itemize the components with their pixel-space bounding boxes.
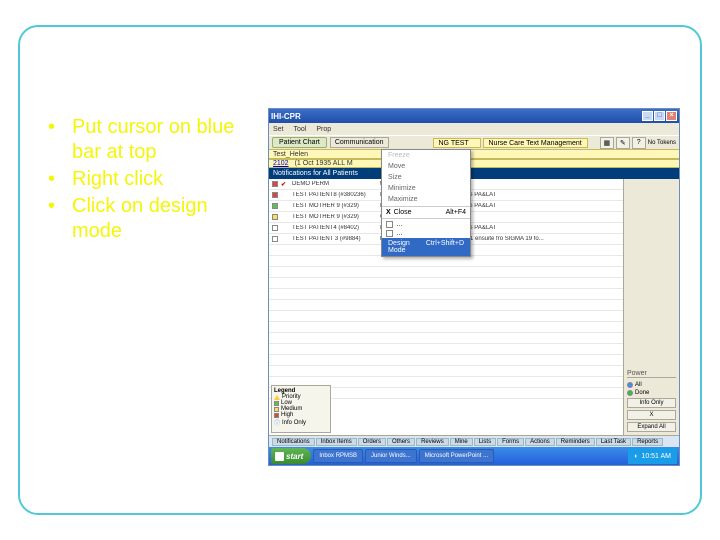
notification-list: Freeze Move Size Minimize Maximize X Clo… [269, 179, 623, 435]
tab-communication[interactable]: Communication [330, 137, 389, 148]
patient-dob: (1 Oct 1935 ALL M [295, 160, 353, 167]
menu-item[interactable]: Tool [294, 126, 307, 133]
minimize-button[interactable]: _ [642, 111, 653, 121]
patient-id[interactable]: 2102 [273, 160, 289, 167]
menu-move[interactable]: Move [382, 161, 470, 172]
bottom-tab[interactable]: Reports [632, 438, 663, 446]
patient-info-bar: Test_Helen [269, 149, 679, 159]
menu-item[interactable]: Set [273, 126, 284, 133]
legend-panel: Legend Priority Low Medium High ⓘInfo On… [271, 385, 331, 433]
menu-checkbox-row[interactable]: … [382, 229, 470, 238]
menubar: Set Tool Prop [269, 123, 679, 135]
instruction-list: Put cursor on blue bar at top Right clic… [48, 115, 248, 246]
system-tray[interactable]: ◐ 10:51 AM [628, 448, 677, 464]
menu-maximize[interactable]: Maximize [382, 194, 470, 205]
toolbar-tabs: Patient Chart Communication NG TEST Nurs… [269, 135, 679, 149]
bottom-tab[interactable]: Last Task [596, 438, 631, 446]
notifications-header: Notifications for All Patients [269, 168, 679, 179]
bottom-tab[interactable]: Reviews [416, 438, 449, 446]
bottom-tab[interactable]: Inbox Items [316, 438, 357, 446]
field-ng: NG TEST [433, 138, 481, 148]
btn-expand-all[interactable]: Expand All [627, 422, 676, 432]
side-panel: Power All Done Info Only X Expand All [623, 179, 679, 435]
tray-icon: ◐ [634, 453, 638, 460]
bottom-tab[interactable]: Forms [497, 438, 524, 446]
bottom-tab[interactable]: Lists [474, 438, 496, 446]
bottom-tab[interactable]: Others [387, 438, 415, 446]
bottom-tab[interactable]: Notifications [272, 438, 315, 446]
context-menu: Freeze Move Size Minimize Maximize X Clo… [381, 149, 471, 257]
menu-freeze: Freeze [382, 150, 470, 161]
no-tokens-label: No Tokens [648, 140, 676, 146]
application-window: IHI-CPR _ □ × Set Tool Prop Patient Char… [268, 108, 680, 466]
maximize-button[interactable]: □ [654, 111, 665, 121]
menu-checkbox-row[interactable]: … [382, 220, 470, 229]
radio-done[interactable]: Done [627, 390, 676, 396]
bottom-tab[interactable]: Reminders [556, 438, 595, 446]
btn-info-only[interactable]: Info Only [627, 398, 676, 408]
menu-minimize[interactable]: Minimize [382, 183, 470, 194]
bottom-tab[interactable]: Orders [358, 438, 386, 446]
instruction-item: Right click [48, 167, 248, 192]
instruction-item: Put cursor on blue bar at top [48, 115, 248, 165]
menu-size[interactable]: Size [382, 172, 470, 183]
clock: 10:51 AM [641, 453, 671, 460]
side-header: Power [627, 370, 676, 378]
taskbar-item[interactable]: Junior Winds... [365, 449, 417, 463]
toolbar-icon-3[interactable]: ? [632, 137, 646, 149]
bottom-tab-strip: Notifications Inbox Items Orders Others … [269, 435, 679, 447]
start-button[interactable]: start [271, 448, 311, 464]
toolbar-icon-1[interactable]: ▦ [600, 137, 614, 149]
patient-info-bar-2: 2102 (1 Oct 1935 ALL M [269, 159, 679, 168]
field-nurse: Nurse Care Text Management [483, 138, 588, 148]
taskbar-item[interactable]: Microsoft PowerPoint ... [419, 449, 494, 463]
window-title: IHI-CPR [271, 112, 301, 121]
radio-all[interactable]: All [627, 382, 676, 388]
taskbar-item[interactable]: Inbox RPMSB [313, 449, 363, 463]
btn-x[interactable]: X [627, 410, 676, 420]
instruction-item: Click on design mode [48, 194, 248, 244]
toolbar-icon-2[interactable]: ✎ [616, 137, 630, 149]
windows-taskbar: start Inbox RPMSB Junior Winds... Micros… [269, 447, 679, 465]
close-button[interactable]: × [666, 111, 677, 121]
window-titlebar[interactable]: IHI-CPR _ □ × [269, 109, 679, 123]
main-content: Freeze Move Size Minimize Maximize X Clo… [269, 179, 679, 435]
menu-design-mode[interactable]: Design Mode Ctrl+Shift+D [382, 238, 470, 256]
menu-item[interactable]: Prop [316, 126, 331, 133]
bottom-tab[interactable]: Actions [525, 438, 555, 446]
patient-name: Test_Helen [273, 151, 308, 158]
bottom-tab[interactable]: Mine [450, 438, 473, 446]
tab-patient-chart[interactable]: Patient Chart [272, 137, 327, 148]
menu-close[interactable]: X Close Alt+F4 [382, 208, 470, 217]
